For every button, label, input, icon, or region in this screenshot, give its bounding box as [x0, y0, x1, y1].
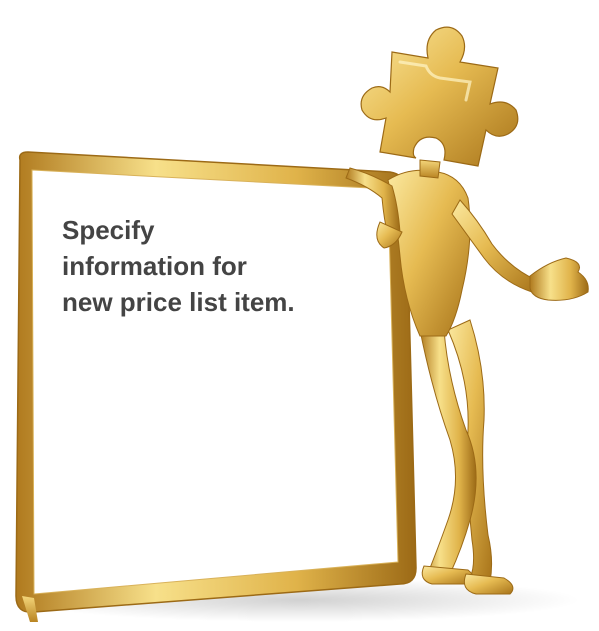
- figure-foot-right: [463, 573, 514, 595]
- puzzle-head-icon: [360, 26, 519, 167]
- figure-right-hand: [529, 257, 589, 301]
- figure-neck: [419, 159, 441, 179]
- board-message-line-3: new price list item.: [62, 287, 295, 317]
- board-message-line-2: information for: [62, 251, 247, 281]
- board-message: Specify information for new price list i…: [62, 212, 382, 320]
- board-message-line-1: Specify: [62, 215, 155, 245]
